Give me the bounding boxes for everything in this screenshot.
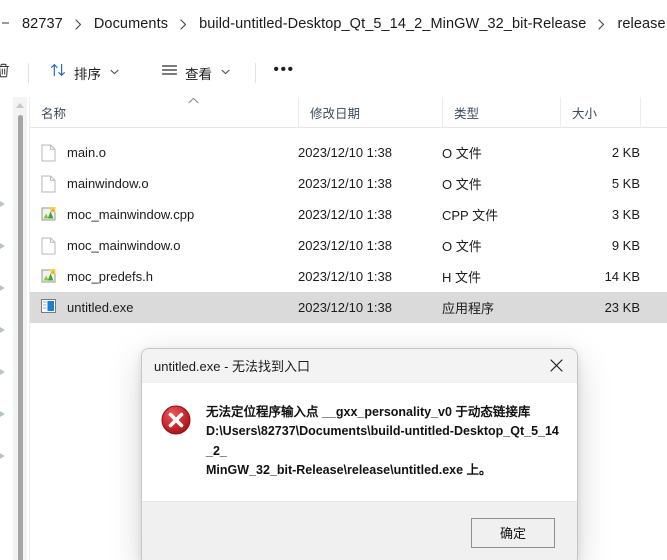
toolbar-divider [255, 62, 256, 83]
view-button-label: 查看 [185, 66, 212, 82]
file-name-cell: moc_predefs.h [30, 268, 153, 286]
dialog-body: 无法定位程序输入点 __gxx_personality_v0 于动态链接库 D:… [142, 383, 577, 501]
file-size-cell: 5 KB [611, 176, 640, 191]
table-row[interactable]: untitled.exe 2023/12/10 1:38 应用程序 23 KB [30, 292, 667, 323]
blank-file-icon [41, 175, 57, 193]
nav-expand-chevron-icon[interactable] [0, 201, 6, 207]
breadcrumb: 82737 Documents build-untitled-Desktop_Q… [0, 0, 667, 48]
file-name-cell: moc_mainwindow.cpp [30, 206, 194, 224]
dialog-message-line-1: 无法定位程序输入点 __gxx_personality_v0 于动态链接库 [206, 405, 531, 419]
file-date-cell: 2023/12/10 1:38 [298, 300, 392, 315]
file-type-cell: O 文件 [442, 146, 482, 161]
error-dialog: untitled.exe - 无法找到入口 无法定位程序输入点 __gxx_pe… [141, 348, 578, 560]
view-list-icon [161, 63, 178, 82]
file-date-cell: 2023/12/10 1:38 [298, 176, 392, 191]
nav-expand-chevron-icon[interactable] [0, 369, 6, 375]
file-explorer-window: 82737 Documents build-untitled-Desktop_Q… [0, 0, 667, 560]
file-type-cell: CPP 文件 [442, 208, 499, 223]
blank-file-icon [41, 237, 57, 255]
column-headers: 名称 修改日期 类型 大小 [30, 97, 667, 128]
navigation-scrollbar[interactable] [13, 97, 27, 560]
file-size-cell: 23 KB [604, 300, 640, 315]
breadcrumb-item-2[interactable]: build-untitled-Desktop_Qt_5_14_2_MinGW_3… [191, 13, 594, 35]
file-date-cell: 2023/12/10 1:38 [298, 269, 392, 284]
table-row[interactable]: mainwindow.o 2023/12/10 1:38 O 文件 5 KB [30, 168, 667, 199]
dialog-message-line-2: D:\Users\82737\Documents\build-untitled-… [206, 424, 559, 458]
file-size-cell: 2 KB [611, 145, 640, 160]
nav-expand-chevron-icon[interactable] [0, 327, 6, 333]
trash-icon [0, 62, 12, 84]
file-name-cell: mainwindow.o [30, 175, 149, 193]
chevron-down-icon [221, 68, 230, 77]
sort-ascending-indicator-icon [188, 97, 199, 105]
error-circle-icon [160, 404, 192, 436]
file-name-text: moc_mainwindow.o [67, 238, 181, 253]
file-date-cell: 2023/12/10 1:38 [298, 207, 392, 222]
source-file-icon [41, 268, 57, 286]
scrollbar-thumb[interactable] [17, 115, 23, 560]
dialog-title-bar: untitled.exe - 无法找到入口 [142, 349, 577, 383]
application-icon [41, 298, 57, 317]
file-name-text: main.o [67, 145, 107, 160]
close-icon[interactable] [535, 349, 577, 382]
breadcrumb-item-3[interactable]: release [609, 13, 667, 35]
column-header-spacer [640, 97, 667, 128]
file-name-text: moc_predefs.h [67, 269, 153, 284]
file-type-cell: O 文件 [442, 177, 482, 192]
dialog-footer: 确定 [142, 500, 577, 560]
table-row[interactable]: moc_mainwindow.cpp 2023/12/10 1:38 CPP 文… [30, 199, 667, 230]
more-options-button[interactable]: ••• [268, 58, 300, 88]
sort-button[interactable]: 排序 [41, 58, 128, 88]
view-button[interactable]: 查看 [152, 58, 239, 88]
toolbar-divider [28, 62, 29, 83]
delete-button[interactable] [0, 57, 16, 89]
file-date-cell: 2023/12/10 1:38 [298, 145, 392, 160]
sort-button-label: 排序 [74, 66, 101, 82]
scrollbar-up-arrow-icon[interactable] [13, 99, 27, 111]
nav-expand-chevron-icon[interactable] [0, 285, 6, 291]
file-name-cell: untitled.exe [30, 298, 134, 317]
table-row[interactable]: moc_mainwindow.o 2023/12/10 1:38 O 文件 9 … [30, 230, 667, 261]
ok-button[interactable]: 确定 [471, 517, 555, 548]
file-size-cell: 3 KB [611, 207, 640, 222]
file-type-cell: H 文件 [442, 270, 482, 285]
nav-expand-chevron-icon[interactable] [0, 411, 6, 417]
column-header-size[interactable]: 大小 [560, 97, 640, 128]
file-name-text: untitled.exe [67, 300, 134, 315]
source-file-icon [41, 206, 57, 224]
dialog-message-line-3: MinGW_32_bit-Release\release\untitled.ex… [206, 463, 492, 478]
file-size-cell: 9 KB [611, 238, 640, 253]
breadcrumb-item-0[interactable]: 82737 [14, 13, 71, 35]
chevron-down-icon [110, 68, 119, 77]
file-type-cell: 应用程序 [442, 301, 495, 316]
file-size-cell: 14 KB [604, 269, 640, 284]
file-name-text: mainwindow.o [67, 176, 149, 191]
breadcrumb-back-stub-icon [2, 17, 14, 31]
navigation-pane [0, 97, 30, 560]
dialog-title-text: untitled.exe - 无法找到入口 [154, 359, 311, 374]
nav-expand-chevron-icon[interactable] [0, 453, 6, 459]
breadcrumb-separator-chevron-icon [594, 18, 609, 30]
table-row[interactable]: main.o 2023/12/10 1:38 O 文件 2 KB [30, 137, 667, 168]
file-name-text: moc_mainwindow.cpp [67, 207, 195, 222]
column-header-type[interactable]: 类型 [442, 97, 560, 128]
breadcrumb-separator-chevron-icon [71, 18, 86, 30]
breadcrumb-item-1[interactable]: Documents [86, 13, 176, 35]
dialog-message: 无法定位程序输入点 __gxx_personality_v0 于动态链接库 D:… [206, 403, 559, 481]
file-date-cell: 2023/12/10 1:38 [298, 238, 392, 253]
nav-expand-chevron-icon[interactable] [0, 243, 6, 249]
toolbar: 排序 查看 ••• [0, 48, 667, 97]
blank-file-icon [41, 144, 57, 162]
sort-arrows-icon [50, 62, 67, 83]
column-header-name[interactable]: 名称 [30, 97, 298, 128]
column-header-date[interactable]: 修改日期 [298, 97, 442, 128]
breadcrumb-separator-chevron-icon [176, 18, 191, 30]
file-name-cell: moc_mainwindow.o [30, 237, 180, 255]
file-type-cell: O 文件 [442, 239, 482, 254]
file-name-cell: main.o [30, 144, 106, 162]
file-rows: main.o 2023/12/10 1:38 O 文件 2 KB mainwin… [30, 137, 667, 323]
table-row[interactable]: moc_predefs.h 2023/12/10 1:38 H 文件 14 KB [30, 261, 667, 292]
